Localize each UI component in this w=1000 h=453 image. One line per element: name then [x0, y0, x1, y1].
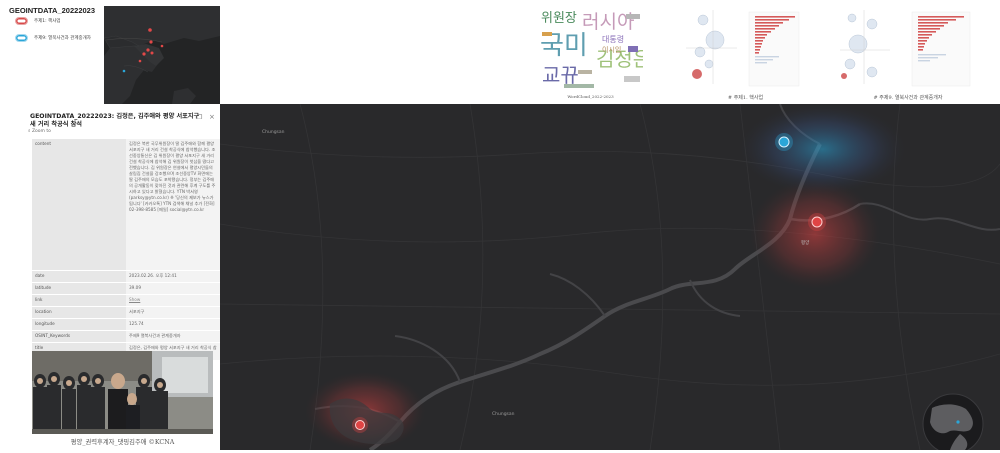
wordcloud-word: 교뀨 — [542, 63, 579, 87]
legend-label: 주제9: 열북사건과 관계중개자 — [34, 36, 91, 41]
marker-topic1-south[interactable] — [352, 417, 368, 433]
legend-label: 주제1: 핵사업 — [34, 19, 61, 24]
table-row: date 2023.02.26. 오후 12:41 — [32, 270, 220, 283]
table-row: latitude 39.09 — [32, 282, 220, 295]
zoom-to-label: Zoom to — [31, 129, 51, 134]
attr-value: 주제9 열북사건과 관계중개자 — [126, 330, 220, 343]
photo-caption: 평양_권력후계자_댓핑김주애 ©KCNA — [70, 439, 175, 446]
attr-key: date — [32, 270, 126, 283]
table-row: longitude 125.74 — [32, 318, 220, 331]
topic9-thumbnail[interactable]: # 주제9. 열북사건과 관계중개자 — [838, 6, 978, 104]
topic1-caption: # 주제1. 핵사업 — [727, 95, 764, 101]
wordcloud-word: 이시임 — [602, 45, 621, 54]
red-circle-icon — [15, 17, 28, 25]
attr-key: location — [32, 306, 126, 319]
attr-key: content — [32, 138, 126, 271]
legend-item-topic9[interactable]: 주제9: 열북사건과 관계중개자 — [15, 34, 91, 42]
globe-inset[interactable] — [922, 393, 984, 450]
attr-key: latitude — [32, 282, 126, 295]
marker-topic1-pyongyang[interactable] — [808, 213, 826, 231]
legend-panel: GEOINTDATA_20222023 주제1: 핵사업 주제9: 열북사건과 … — [0, 0, 104, 104]
city-label-chungsan: Chungsan — [262, 130, 285, 135]
attr-value: 2023.02.26. 오후 12:41 — [126, 270, 220, 283]
map-graphic — [220, 104, 1000, 450]
wordcloud-graphic: 위원장 러시아 국미 김정은 교뀨 대통령 이시임 — [538, 6, 651, 90]
topic9-graphic — [838, 6, 978, 88]
marker-topic9[interactable] — [775, 133, 793, 151]
news-photo — [32, 351, 213, 434]
attr-value: 125.74 — [126, 318, 220, 331]
main-map[interactable]: Chungsan 평양 Chungsan — [220, 104, 1000, 450]
wordcloud-word: 위원장 — [541, 11, 577, 26]
table-row: OSINT_Keywords 주제9 열북사건과 관계중개자 — [32, 330, 220, 343]
close-icon[interactable]: × — [209, 113, 215, 121]
table-row: location 서포지구 — [32, 306, 220, 319]
attr-key: OSINT_Keywords — [32, 330, 126, 343]
zoom-to-button[interactable]: ⌕ Zoom to — [28, 128, 51, 134]
legend-title: GEOINTDATA_20222023 — [9, 6, 96, 15]
dock-icon[interactable]: ❐ — [197, 114, 202, 121]
table-row: link Show — [32, 294, 220, 307]
link-show[interactable]: Show — [126, 294, 220, 307]
wordcloud-thumbnail[interactable]: 위원장 러시아 국미 김정은 교뀨 대통령 이시임 WordCloud_2022… — [538, 6, 651, 99]
city-label-chungsan-south: Chungsan — [492, 412, 515, 417]
attr-value: 김정은 북한 국무위원장이 딸 김주애와 함께 평양 서포지구 새 거리 건설 … — [126, 138, 220, 271]
photo-graphic — [32, 351, 213, 434]
attribute-table: content 김정은 북한 국무위원장이 딸 김주애와 함께 평양 서포지구 … — [32, 138, 220, 360]
blue-circle-icon — [15, 34, 28, 42]
city-label-pyongyang: 평양 — [801, 241, 810, 246]
attr-value: 서포지구 — [126, 306, 220, 319]
topic1-thumbnail[interactable]: # 주제1. 핵사업 — [683, 6, 808, 104]
wordcloud-caption: WordCloud_2022-2023 — [567, 94, 614, 99]
attr-key: link — [32, 294, 126, 307]
attr-value: 39.09 — [126, 282, 220, 295]
table-row: content 김정은 북한 국무위원장이 딸 김주애와 함께 평양 서포지구 … — [32, 138, 220, 271]
legend-item-topic1[interactable]: 주제1: 핵사업 — [15, 17, 61, 25]
wordcloud-word: 대통령 — [602, 35, 624, 44]
topic1-graphic — [683, 6, 808, 88]
attr-key: longitude — [32, 318, 126, 331]
minimap-graphic — [104, 6, 220, 104]
overview-minimap[interactable] — [104, 6, 220, 104]
popup-title: GEOINTDATA_20222023: 김정은, 김주애와 평양 서포지구 새… — [30, 113, 200, 128]
magnifier-icon: ⌕ — [28, 129, 31, 134]
topic9-caption: # 주제9. 열북사건과 관계중개자 — [873, 95, 943, 101]
